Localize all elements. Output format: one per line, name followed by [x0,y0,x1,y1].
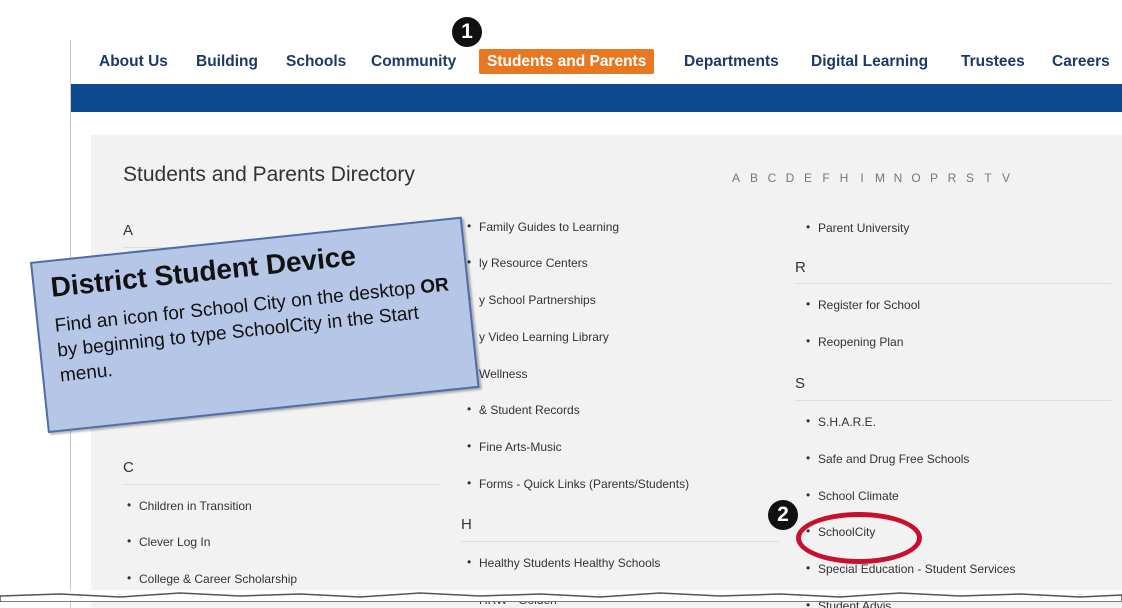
link-school-partnerships[interactable]: y School Partnerships [467,292,596,307]
nav-about-us[interactable]: About Us [99,48,168,76]
link-parent-university[interactable]: Parent University [806,220,909,235]
step-marker-1: 1 [452,17,482,47]
highlight-ellipse [796,512,922,564]
letter-heading-r: R [795,259,806,276]
link-college-career-scholarship[interactable]: College & Career Scholarship [127,571,297,586]
divider [123,484,441,485]
link-forms-quick-links[interactable]: Forms - Quick Links (Parents/Students) [467,476,689,491]
top-navigation: About Us Building Schools Community Stud… [71,48,1122,76]
alphabet-index: ABCDEFHIMNOPRSTV [727,171,1015,185]
torn-edge [0,590,1122,602]
divider [461,541,779,542]
link-special-education[interactable]: Special Education - Student Services [806,561,1015,576]
callout-text-or: OR [419,274,450,299]
nav-departments[interactable]: Departments [684,48,779,76]
link-share[interactable]: S.H.A.R.E. [806,414,876,429]
link-healthy-students[interactable]: Healthy Students Healthy Schools [467,555,660,570]
alphabet-letter-f[interactable]: F [817,171,835,185]
alphabet-letter-o[interactable]: O [907,171,925,185]
alphabet-letter-p[interactable]: P [925,171,943,185]
alphabet-letter-v[interactable]: V [997,171,1015,185]
link-student-records[interactable]: & Student Records [467,402,580,417]
directory-title: Students and Parents Directory [123,163,415,186]
link-school-climate[interactable]: School Climate [806,488,899,503]
step-marker-2: 2 [768,500,798,530]
link-fine-arts-music[interactable]: Fine Arts-Music [467,439,562,454]
alphabet-letter-a[interactable]: A [727,171,745,185]
link-family-guides[interactable]: Family Guides to Learning [467,219,619,234]
link-safe-drug-free-schools[interactable]: Safe and Drug Free Schools [806,451,969,466]
nav-trustees[interactable]: Trustees [961,48,1025,76]
alphabet-letter-t[interactable]: T [979,171,997,185]
letter-heading-h: H [461,516,472,533]
letter-heading-a: A [123,222,134,239]
link-family-resource-centers[interactable]: ly Resource Centers [467,255,588,270]
alphabet-letter-d[interactable]: D [781,171,799,185]
alphabet-letter-c[interactable]: C [763,171,781,185]
alphabet-letter-m[interactable]: M [871,171,889,185]
divider [795,400,1111,401]
link-reopening-plan[interactable]: Reopening Plan [806,334,903,349]
divider [795,283,1111,284]
alphabet-letter-i[interactable]: I [853,171,871,185]
nav-digital-learning[interactable]: Digital Learning [811,48,928,76]
nav-schools[interactable]: Schools [286,48,346,76]
link-register-for-school[interactable]: Register for School [806,297,920,312]
nav-community[interactable]: Community [371,48,456,76]
link-children-in-transition[interactable]: Children in Transition [127,498,252,513]
alphabet-letter-r[interactable]: R [943,171,961,185]
alphabet-letter-s[interactable]: S [961,171,979,185]
nav-students-and-parents[interactable]: Students and Parents [479,49,655,74]
alphabet-letter-n[interactable]: N [889,171,907,185]
letter-heading-s: S [795,375,806,392]
blue-banner [71,84,1122,112]
link-video-learning-library[interactable]: y Video Learning Library [467,329,609,344]
nav-careers[interactable]: Careers [1052,48,1110,76]
letter-heading-c: C [123,459,134,476]
link-clever-log-in[interactable]: Clever Log In [127,534,210,549]
alphabet-letter-b[interactable]: B [745,171,763,185]
nav-building[interactable]: Building [196,48,258,76]
alphabet-letter-e[interactable]: E [799,171,817,185]
alphabet-letter-h[interactable]: H [835,171,853,185]
link-wellness[interactable]: Wellness [467,366,528,381]
